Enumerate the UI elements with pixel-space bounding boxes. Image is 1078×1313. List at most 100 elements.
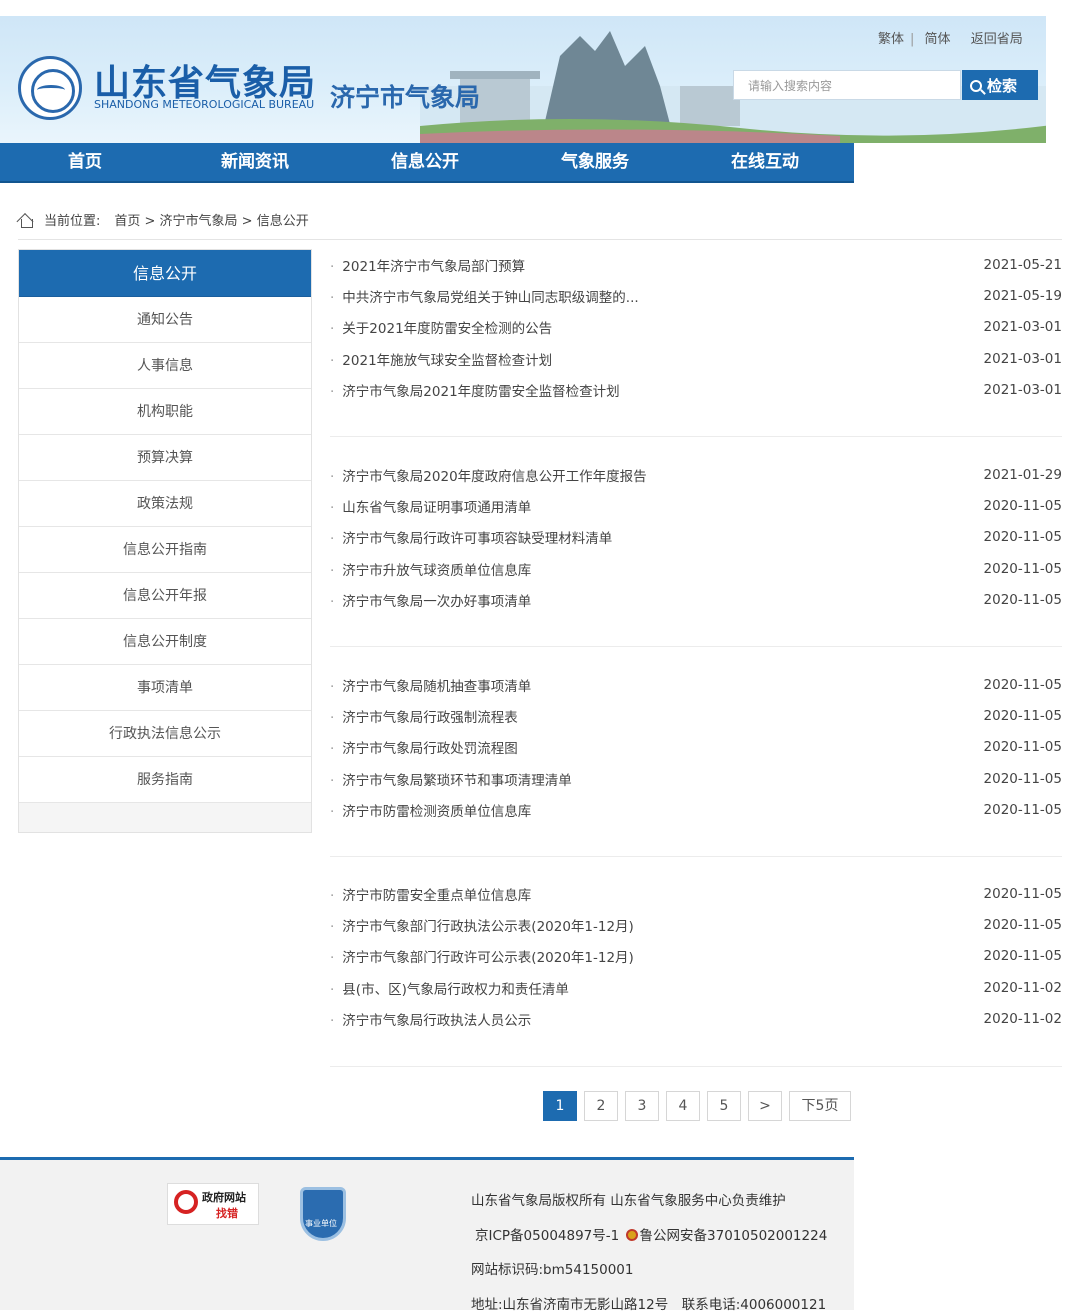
list-item[interactable]: 济宁市气象部门行政许可公示表(2020年1-12月) 2020-11-05 — [330, 941, 1062, 972]
page-3-button[interactable]: 3 — [625, 1091, 659, 1121]
site-id-text: 网站标识码:bm54150001 — [471, 1262, 634, 1278]
article-title[interactable]: 2021年济宁市气象局部门预算 — [330, 255, 525, 275]
page-4-button[interactable]: 4 — [666, 1091, 700, 1121]
article-title[interactable]: 济宁市气象局随机抽查事项清单 — [330, 675, 531, 695]
sidebar-item-notices[interactable]: 通知公告 — [19, 297, 311, 343]
nav-info-disclosure[interactable]: 信息公开 — [340, 143, 510, 181]
nav-news[interactable]: 新闻资讯 — [170, 143, 340, 181]
article-date: 2020-11-05 — [983, 885, 1062, 902]
search-icon — [970, 80, 982, 92]
sidebar-item-service-guide[interactable]: 服务指南 — [19, 757, 311, 803]
page-5-button[interactable]: 5 — [707, 1091, 741, 1121]
sidebar-item-annual-report[interactable]: 信息公开年报 — [19, 573, 311, 619]
public-institution-badge[interactable]: 事业单位 — [300, 1187, 346, 1241]
traditional-chinese-link[interactable]: 繁体 — [878, 32, 904, 47]
city-title: 济宁市气象局 — [330, 83, 481, 112]
article-date: 2020-11-05 — [983, 497, 1062, 514]
icp-link[interactable]: 京ICP备05004897号-1 — [475, 1228, 619, 1244]
nav-home[interactable]: 首页 — [0, 143, 170, 181]
return-province-link[interactable]: 返回省局 — [971, 32, 1023, 47]
sidebar-item-guide[interactable]: 信息公开指南 — [19, 527, 311, 573]
nav-online-interaction[interactable]: 在线互动 — [680, 143, 850, 181]
article-title[interactable]: 济宁市气象局2020年度政府信息公开工作年度报告 — [330, 465, 646, 485]
article-title[interactable]: 济宁市气象部门行政执法公示表(2020年1-12月) — [330, 915, 634, 935]
copyright-text: 山东省气象局版权所有 山东省气象服务中心负责维护 — [471, 1193, 786, 1209]
list-item[interactable]: 济宁市气象局行政强制流程表 2020-11-05 — [330, 700, 1062, 731]
sidebar-item-item-list[interactable]: 事项清单 — [19, 665, 311, 711]
sidebar-item-enforcement[interactable]: 行政执法信息公示 — [19, 711, 311, 757]
breadcrumb-divider — [18, 239, 1062, 240]
article-title[interactable]: 济宁市气象局行政处罚流程图 — [330, 737, 518, 757]
article-date: 2021-03-01 — [983, 319, 1062, 336]
list-item[interactable]: 济宁市气象局随机抽查事项清单 2020-11-05 — [330, 669, 1062, 700]
address-text: 地址:山东省济南市无影山路12号 联系电话:4006000121 — [471, 1297, 827, 1313]
icp-line: 京ICP备05004897号-1 鲁公网安备37010502001224 — [475, 1224, 827, 1244]
search-button-label: 检索 — [987, 77, 1018, 95]
page-2-button[interactable]: 2 — [584, 1091, 618, 1121]
sidebar-item-budget[interactable]: 预算决算 — [19, 435, 311, 481]
article-title[interactable]: 济宁市气象局2021年度防雷安全监督检查计划 — [330, 380, 619, 400]
article-date: 2020-11-05 — [983, 801, 1062, 818]
sidebar-item-functions[interactable]: 机构职能 — [19, 389, 311, 435]
top-links: 繁体 | 简体 返回省局 — [878, 32, 1023, 47]
article-title[interactable]: 县(市、区)气象局行政权力和责任清单 — [330, 978, 569, 998]
article-title[interactable]: 济宁市气象局行政强制流程表 — [330, 706, 518, 726]
sidebar-item-info-disclosure[interactable]: 信息公开 — [19, 250, 311, 297]
article-date: 2020-11-05 — [983, 739, 1062, 756]
nav-weather-service[interactable]: 气象服务 — [510, 143, 680, 181]
article-title[interactable]: 济宁市防雷安全重点单位信息库 — [330, 884, 531, 904]
list-item[interactable]: 关于2021年度防雷安全检测的公告 2021-03-01 — [330, 312, 1062, 343]
article-title[interactable]: 济宁市气象部门行政许可公示表(2020年1-12月) — [330, 946, 634, 966]
list-item[interactable]: 济宁市气象局2020年度政府信息公开工作年度报告 2021-01-29 — [330, 459, 1062, 490]
list-item[interactable]: 中共济宁市气象局党组关于钟山同志职级调整的... 2021-05-19 — [330, 280, 1062, 311]
page-1-button[interactable]: 1 — [543, 1091, 577, 1121]
list-item[interactable]: 县(市、区)气象局行政权力和责任清单 2020-11-02 — [330, 972, 1062, 1003]
sidebar-item-policies[interactable]: 政策法规 — [19, 481, 311, 527]
group-divider — [330, 436, 1062, 437]
article-title[interactable]: 济宁市气象局一次办好事项清单 — [330, 590, 531, 610]
list-item[interactable]: 济宁市防雷检测资质单位信息库 2020-11-05 — [330, 794, 1062, 825]
police-record-link[interactable]: 鲁公网安备37010502001224 — [640, 1228, 828, 1244]
next-page-button[interactable]: > — [748, 1091, 782, 1121]
sidebar-item-system[interactable]: 信息公开制度 — [19, 619, 311, 665]
search-button[interactable]: 检索 — [962, 70, 1038, 100]
list-item[interactable]: 济宁市气象部门行政执法公示表(2020年1-12月) 2020-11-05 — [330, 909, 1062, 940]
article-group: 济宁市气象局随机抽查事项清单 2020-11-05 济宁市气象局行政强制流程表 20… — [330, 669, 1062, 825]
breadcrumb-path[interactable]: 首页 > 济宁市气象局 > 信息公开 — [114, 210, 308, 229]
list-item[interactable]: 济宁市防雷安全重点单位信息库 2020-11-05 — [330, 878, 1062, 909]
list-item[interactable]: 济宁市气象局行政执法人员公示 2020-11-02 — [330, 1003, 1062, 1034]
simplified-chinese-link[interactable]: 简体 — [925, 32, 951, 47]
list-item[interactable]: 2021年施放气球安全监督检查计划 2021-03-01 — [330, 343, 1062, 374]
article-date: 2020-11-05 — [983, 560, 1062, 577]
list-item[interactable]: 济宁市气象局行政许可事项容缺受理材料清单 2020-11-05 — [330, 522, 1062, 553]
article-title[interactable]: 济宁市升放气球资质单位信息库 — [330, 559, 531, 579]
next-5-pages-button[interactable]: 下5页 — [789, 1091, 851, 1121]
article-title[interactable]: 济宁市气象局行政执法人员公示 — [330, 1009, 531, 1029]
badge-line-2: 找错 — [216, 1207, 238, 1220]
list-item[interactable]: 2021年济宁市气象局部门预算 2021-05-21 — [330, 249, 1062, 280]
bureau-logo — [18, 56, 82, 120]
article-date: 2020-11-05 — [983, 529, 1062, 546]
list-item[interactable]: 山东省气象局证明事项通用清单 2020-11-05 — [330, 490, 1062, 521]
list-item[interactable]: 济宁市气象局繁琐环节和事项清理清单 2020-11-05 — [330, 763, 1062, 794]
group-divider — [330, 646, 1062, 647]
article-title[interactable]: 济宁市气象局行政许可事项容缺受理材料清单 — [330, 527, 612, 547]
article-date: 2021-05-19 — [983, 287, 1062, 304]
article-date: 2020-11-05 — [983, 676, 1062, 693]
list-item[interactable]: 济宁市升放气球资质单位信息库 2020-11-05 — [330, 553, 1062, 584]
article-title[interactable]: 关于2021年度防雷安全检测的公告 — [330, 317, 552, 337]
home-icon — [18, 213, 34, 228]
list-item[interactable]: 济宁市气象局2021年度防雷安全监督检查计划 2021-03-01 — [330, 374, 1062, 405]
gov-site-error-report-badge[interactable]: 政府网站 找错 — [167, 1183, 259, 1225]
badge-label: 事业单位 — [305, 1219, 337, 1228]
article-title[interactable]: 济宁市防雷检测资质单位信息库 — [330, 800, 531, 820]
article-title[interactable]: 中共济宁市气象局党组关于钟山同志职级调整的... — [330, 286, 638, 306]
search-input[interactable]: 请输入搜索内容 — [733, 70, 961, 100]
list-item[interactable]: 济宁市气象局行政处罚流程图 2020-11-05 — [330, 732, 1062, 763]
article-date: 2020-11-05 — [983, 916, 1062, 933]
list-item[interactable]: 济宁市气象局一次办好事项清单 2020-11-05 — [330, 584, 1062, 615]
article-title[interactable]: 济宁市气象局繁琐环节和事项清理清单 — [330, 769, 572, 789]
sidebar-item-personnel[interactable]: 人事信息 — [19, 343, 311, 389]
article-title[interactable]: 山东省气象局证明事项通用清单 — [330, 496, 531, 516]
article-title[interactable]: 2021年施放气球安全监督检查计划 — [330, 349, 552, 369]
